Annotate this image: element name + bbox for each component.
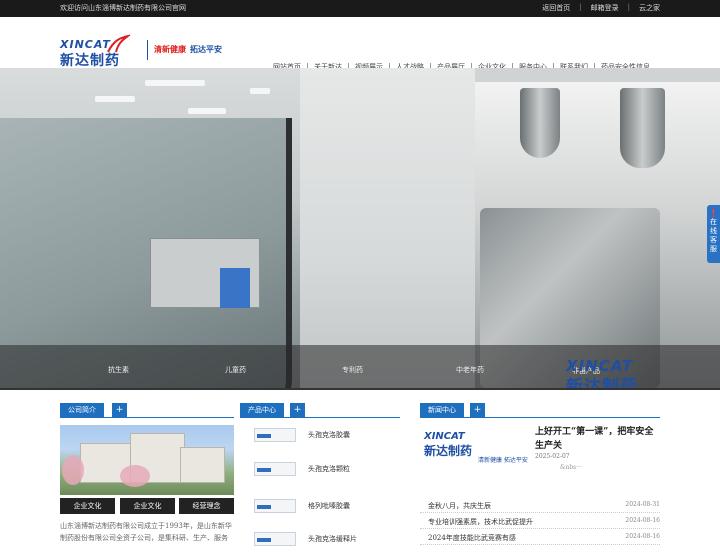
company-button-culture-2[interactable]: 企业文化: [120, 498, 175, 514]
online-service-button[interactable]: ❗ 在线客服: [707, 205, 720, 263]
logo-divider: [147, 40, 148, 60]
product-item[interactable]: 头孢克洛胶囊: [250, 424, 410, 450]
company-section-head: 公司简介 +: [60, 403, 234, 418]
link-separator: |: [579, 3, 582, 11]
site-logo[interactable]: XINCAT 新达制药: [60, 34, 131, 69]
slogan-part-1: 清新健康: [154, 45, 186, 54]
machine-hopper: [620, 88, 665, 168]
home-link[interactable]: 返回首页: [542, 3, 570, 13]
blossom-tree: [120, 465, 150, 487]
blossom-tree: [62, 455, 84, 485]
news-logo-cn: 新达制药: [424, 444, 473, 458]
product-thumbnail: [254, 499, 296, 513]
news-item-title: 金秋八月，共庆生辰: [428, 502, 491, 510]
news-item-date: 2024-08-16: [625, 533, 660, 540]
product-more-button[interactable]: +: [290, 403, 305, 418]
company-more-button[interactable]: +: [112, 403, 127, 418]
news-logo-tagline: 清新健康 拓达平安: [478, 457, 528, 464]
slogan-part-2: 拓达平安: [190, 45, 222, 54]
caption-antibiotics[interactable]: 抗生素: [108, 365, 129, 375]
news-logo-en: XINCAT: [424, 431, 465, 442]
caption-elderly[interactable]: 中老年药: [456, 365, 484, 375]
top-links: 返回首页 | 邮箱登录 | 云之家: [542, 3, 660, 13]
tab-product-center[interactable]: 产品中心: [240, 403, 284, 418]
wall-section: [300, 68, 475, 390]
section-underline: [240, 417, 400, 418]
section-underline: [420, 417, 660, 418]
product-name: 头孢克洛胶囊: [308, 431, 350, 439]
news-list-item[interactable]: 2024年度技能比武竞赛有感 2024-08-16: [420, 529, 660, 545]
machine-hopper: [520, 88, 560, 158]
company-button-culture-1[interactable]: 企业文化: [60, 498, 115, 514]
hero-bottom-border: [0, 388, 720, 390]
email-login-link[interactable]: 邮箱登录: [591, 3, 619, 13]
service-bubble-icon: ❗: [708, 209, 719, 218]
product-item[interactable]: 头孢克洛缓释片: [250, 528, 410, 554]
ceiling-light: [95, 96, 135, 102]
product-thumbnail: [254, 462, 296, 476]
service-label: 在线客服: [710, 218, 717, 253]
news-featured-image[interactable]: XINCAT 新达制药 清新健康 拓达平安: [420, 425, 530, 480]
company-building-photo: [60, 425, 234, 495]
caption-pediatric[interactable]: 儿童药: [225, 365, 246, 375]
featured-news-title[interactable]: 上好开工“第一课”，把牢安全生产关: [535, 425, 660, 453]
featured-news-date: 2025-02-07: [535, 453, 570, 460]
site-header: XINCAT 新达制药 清新健康 拓达平安 网站首页 关于新达 视频展示 人才战略…: [0, 17, 720, 72]
product-item[interactable]: 头孢克洛颗粒: [250, 458, 410, 484]
tab-news-center[interactable]: 新闻中心: [420, 403, 464, 418]
yunzhijia-link[interactable]: 云之家: [639, 3, 660, 13]
product-thumbnail: [254, 428, 296, 442]
news-item-date: 2024-08-31: [625, 501, 660, 508]
caption-patent[interactable]: 专利药: [342, 365, 363, 375]
ceiling-light: [250, 88, 270, 94]
product-section-head: 产品中心 +: [240, 403, 400, 418]
top-bar: 欢迎访问山东淄博新达制药有限公司官网 返回首页 | 邮箱登录 | 云之家: [0, 0, 720, 17]
tab-company-intro[interactable]: 公司简介: [60, 403, 104, 418]
news-list-item[interactable]: 金秋八月，共庆生辰 2024-08-31: [420, 497, 660, 513]
ceiling-light: [188, 108, 226, 114]
link-separator: |: [627, 3, 630, 11]
featured-news-excerpt: &nbs···: [560, 464, 582, 471]
logo-swoosh-icon: [107, 34, 131, 53]
slogan: 清新健康 拓达平安: [154, 44, 222, 55]
news-item-date: 2024-08-16: [625, 517, 660, 524]
building: [180, 447, 225, 483]
welcome-text: 欢迎访问山东淄博新达制药有限公司官网: [60, 4, 186, 12]
news-item-title: 专业培训强素质，技术比武促提升: [428, 518, 533, 526]
product-name: 格列吡嗪胶囊: [308, 502, 350, 510]
product-name: 头孢克洛颗粒: [308, 465, 350, 473]
product-item[interactable]: 格列吡嗪胶囊: [250, 495, 410, 521]
company-button-philosophy[interactable]: 经营理念: [179, 498, 234, 514]
news-more-button[interactable]: +: [470, 403, 485, 418]
company-intro-text: 山东淄博新达制药有限公司成立于1993年，是山东新华制药股份有限公司全资子公司，…: [60, 522, 232, 542]
product-name: 头孢克洛缓释片: [308, 535, 357, 543]
section-underline: [60, 417, 234, 418]
news-item-title: 2024年度技能比武竞赛有感: [428, 534, 516, 542]
ceiling-light: [145, 80, 205, 86]
product-thumbnail: [254, 532, 296, 546]
news-list-item[interactable]: 专业培训强素质，技术比武促提升 2024-08-16: [420, 513, 660, 529]
news-section-head: 新闻中心 +: [420, 403, 660, 418]
hero-banner[interactable]: 抗生素 儿童药 专利药 中老年药 非甾产品 XINCAT 新达制药: [0, 68, 720, 390]
blue-equipment: [220, 268, 250, 308]
